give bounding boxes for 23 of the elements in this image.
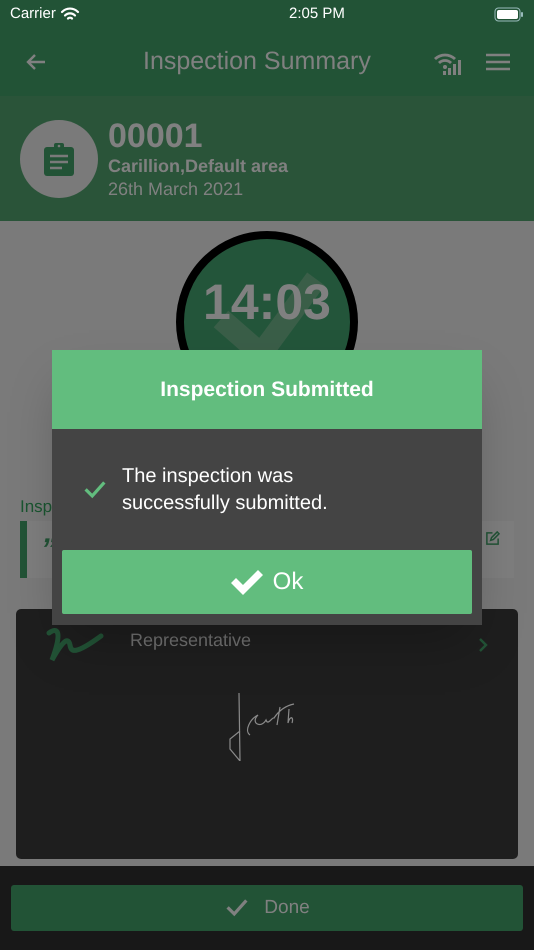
chevron-right-icon[interactable] [478,637,488,653]
carrier-label: Carrier [10,4,56,24]
done-button[interactable]: Done [11,885,523,931]
signer-label: Representative [130,629,252,652]
dialog-message: The inspection was successfully submitted. [122,464,329,516]
inspection-number: 00001 [108,117,204,155]
check-icon [224,897,250,919]
ok-button[interactable]: Ok [62,550,472,614]
battery-icon [494,6,524,22]
clock-label: 2:05 PM [288,4,345,24]
inspection-date: 26th March 2021 [108,178,244,200]
section-heading: Insp [20,498,52,515]
screen-title: Inspection Summary [143,46,371,78]
inspection-location: Carillion,Default area [108,155,288,178]
edit-icon[interactable] [485,531,500,546]
clipboard-icon [44,142,74,176]
signature-pen-icon [46,627,104,663]
menu-icon[interactable] [486,52,510,72]
check-icon [230,569,263,595]
time-label: 14:03 [203,277,331,327]
dialog-title: Inspection Submitted [160,376,374,403]
success-check-icon [82,478,108,500]
wifi-icon [60,6,80,22]
